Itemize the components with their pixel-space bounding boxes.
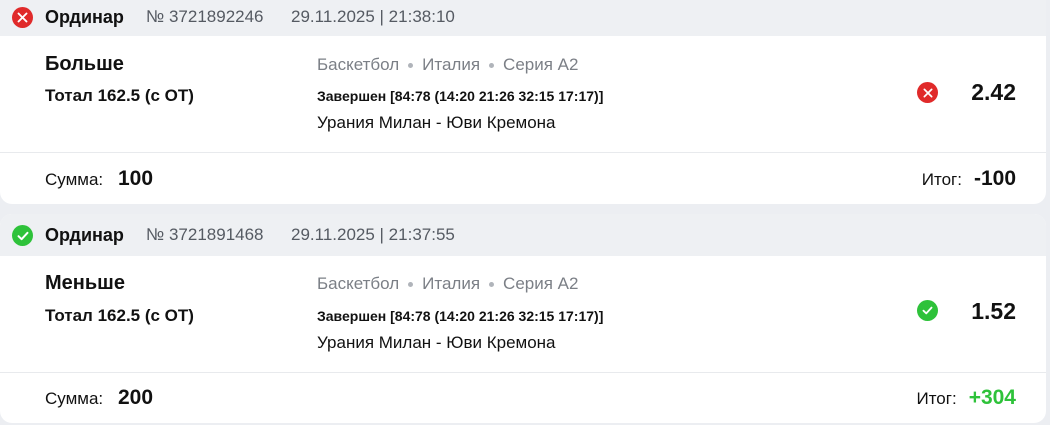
separator-dot	[408, 62, 414, 68]
sum-label: Сумма:	[45, 389, 104, 408]
bet-pick: Больше	[45, 53, 124, 75]
bet-market: Тотал 162.5 (с ОТ)	[45, 86, 194, 105]
event-breadcrumb: Баскетбол Италия Серия А2	[317, 274, 578, 294]
event-teams[interactable]: Урания Милан - Юви Кремона	[317, 113, 556, 133]
close-icon	[12, 7, 33, 28]
check-icon	[12, 225, 33, 246]
event-teams[interactable]: Урания Милан - Юви Кремона	[317, 333, 556, 353]
bet-date: 29.11.2025 | 21:37:55	[291, 225, 455, 244]
bet-card[interactable]: Ординар № 3721891468 29.11.2025 | 21:37:…	[0, 214, 1046, 423]
event-country: Италия	[422, 274, 481, 293]
bet-type: Ординар	[45, 225, 124, 245]
event-sport: Баскетбол	[317, 274, 400, 293]
separator-dot	[408, 281, 414, 287]
event-status: Завершен [84:78 (14:20 21:26 32:15 17:17…	[317, 88, 604, 104]
bet-number: № 3721892246	[146, 7, 264, 26]
event-sport: Баскетбол	[317, 55, 400, 74]
total-label: Итог:	[916, 389, 957, 408]
bet-header: Ординар № 3721891468 29.11.2025 | 21:37:…	[0, 214, 1046, 256]
bet-date: 29.11.2025 | 21:38:10	[291, 7, 455, 26]
close-icon	[917, 82, 938, 103]
divider	[0, 372, 1046, 373]
total-row: Итог: -100	[922, 167, 1016, 191]
bet-market: Тотал 162.5 (с ОТ)	[45, 306, 194, 325]
sum-value: 200	[118, 386, 154, 409]
total-row: Итог: +304	[916, 386, 1016, 410]
separator-dot	[489, 281, 495, 287]
bet-header: Ординар № 3721892246 29.11.2025 | 21:38:…	[0, 0, 1046, 36]
sum-value: 100	[118, 167, 154, 190]
bet-card[interactable]: Ординар № 3721892246 29.11.2025 | 21:38:…	[0, 0, 1046, 204]
bet-pick: Меньше	[45, 272, 125, 294]
bet-type: Ординар	[45, 7, 124, 27]
event-league: Серия А2	[503, 274, 579, 293]
total-label: Итог:	[921, 170, 962, 189]
separator-dot	[489, 62, 495, 68]
sum-label: Сумма:	[45, 170, 104, 189]
bet-number: № 3721891468	[146, 225, 264, 244]
total-value: +304	[968, 386, 1016, 409]
bet-odds: 2.42	[971, 79, 1016, 105]
divider	[0, 152, 1046, 153]
event-breadcrumb: Баскетбол Италия Серия А2	[317, 55, 578, 75]
event-league: Серия А2	[503, 55, 579, 74]
event-country: Италия	[422, 55, 481, 74]
event-status: Завершен [84:78 (14:20 21:26 32:15 17:17…	[317, 308, 604, 324]
bet-odds: 1.52	[971, 298, 1016, 324]
total-value: -100	[973, 167, 1016, 190]
check-icon	[917, 300, 938, 321]
